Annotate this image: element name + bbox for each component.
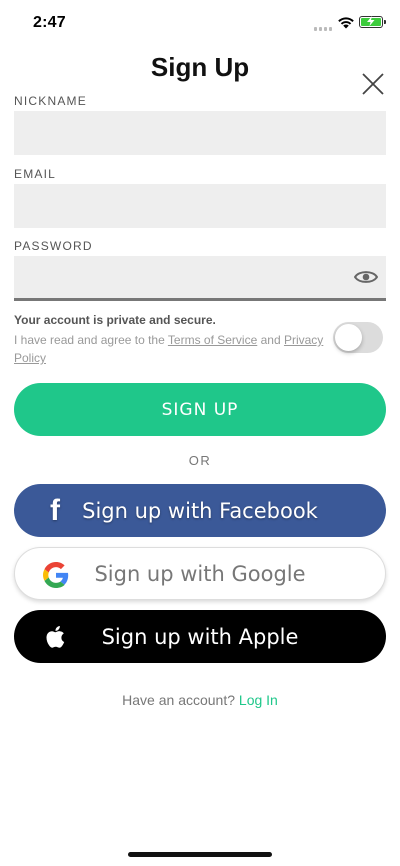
page-title: Sign Up bbox=[150, 52, 250, 82]
have-account-text: Have an account? bbox=[122, 692, 239, 708]
terms-toggle[interactable] bbox=[333, 322, 383, 353]
terms-agreement: I have read and agree to the Terms of Se… bbox=[14, 331, 332, 367]
home-indicator[interactable] bbox=[128, 852, 272, 857]
facebook-button-label: Sign up with Facebook bbox=[82, 498, 318, 523]
google-icon bbox=[43, 562, 69, 588]
eye-icon[interactable] bbox=[354, 269, 378, 285]
battery-icon bbox=[359, 16, 386, 28]
wifi-icon bbox=[338, 17, 354, 29]
nickname-field[interactable] bbox=[14, 111, 386, 155]
close-icon[interactable] bbox=[360, 71, 386, 97]
apple-icon bbox=[42, 624, 68, 650]
status-bar: 2:47 bbox=[0, 0, 400, 44]
password-label: PASSWORD bbox=[14, 239, 93, 253]
privacy-notice: Your account is private and secure. bbox=[14, 313, 216, 327]
login-prompt: Have an account? Log In bbox=[0, 692, 400, 708]
apple-signup-button[interactable]: Sign up with Apple bbox=[14, 610, 386, 663]
nickname-label: NICKNAME bbox=[14, 94, 87, 108]
password-field[interactable] bbox=[14, 256, 386, 301]
google-button-label: Sign up with Google bbox=[94, 561, 306, 586]
toggle-knob bbox=[335, 324, 362, 351]
apple-button-label: Sign up with Apple bbox=[101, 624, 299, 649]
status-time: 2:47 bbox=[33, 14, 66, 31]
facebook-icon: f bbox=[50, 494, 60, 527]
google-signup-button[interactable]: Sign up with Google bbox=[14, 547, 386, 600]
log-in-link[interactable]: Log In bbox=[239, 692, 278, 708]
sign-up-button[interactable]: SIGN UP bbox=[14, 383, 386, 436]
facebook-signup-button[interactable]: f Sign up with Facebook bbox=[14, 484, 386, 537]
agree-text: I have read and agree to the bbox=[14, 333, 168, 347]
email-label: EMAIL bbox=[14, 167, 57, 181]
or-divider: OR bbox=[188, 453, 212, 468]
and-text: and bbox=[257, 333, 284, 347]
signal-icon bbox=[314, 25, 334, 31]
email-field[interactable] bbox=[14, 184, 386, 228]
terms-link[interactable]: Terms of Service bbox=[168, 333, 257, 347]
